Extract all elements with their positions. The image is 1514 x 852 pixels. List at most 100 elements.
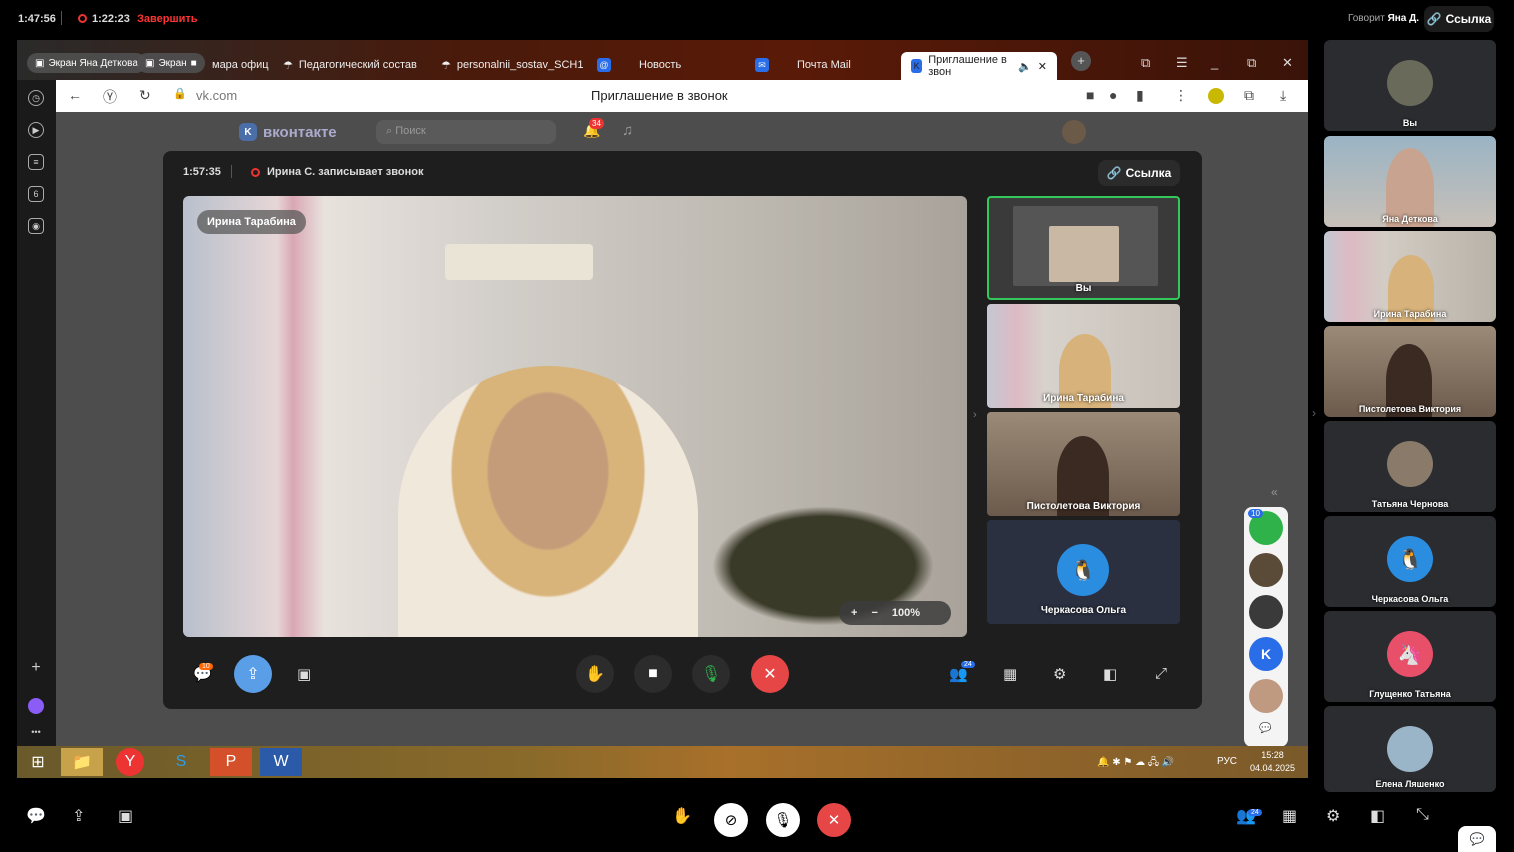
minimize-button[interactable]: _ [1211,55,1218,70]
gear-icon[interactable]: ⚙ [1053,665,1066,683]
thumb-participant[interactable]: Ирина Тарабина [987,304,1180,408]
exit-fullscreen-icon[interactable]: ⤡ [1416,806,1429,824]
participant-tile[interactable]: Ирина Тарабина [1324,231,1496,322]
restore-button[interactable]: ⧉ [1247,55,1256,71]
bookmark-icon[interactable]: ▮ [1136,87,1144,104]
yandex-browser-icon[interactable]: Y [116,748,144,776]
mic-icon[interactable]: ● [1109,87,1117,103]
chat-icon[interactable]: 💬 [1259,723,1271,734]
close-tab-icon[interactable]: ✕ [1038,60,1047,73]
avatar[interactable] [1249,679,1283,713]
word-icon[interactable]: W [260,748,302,776]
collapse-icon[interactable]: « [1271,485,1278,499]
alice-icon[interactable] [28,698,44,714]
back-icon[interactable]: ← [68,87,82,103]
record-timer: 1:22:23 [92,13,130,25]
thumb-self[interactable]: Вы [987,196,1180,300]
language-indicator[interactable]: РУС [1217,756,1237,767]
extension-icon[interactable] [1208,88,1224,104]
participant-tile[interactable]: 🦄 Глущенко Татьяна [1324,611,1496,702]
camera-icon: ■ [190,57,197,69]
chevron-right-icon[interactable]: › [973,409,977,421]
music-icon[interactable]: ♫ [622,122,633,139]
powerpoint-icon[interactable]: P [210,748,252,776]
mic-button[interactable]: 🎙 [692,655,730,693]
more-icon[interactable]: ••• [28,724,44,740]
url-field[interactable]: vk.com [196,88,237,103]
gear-icon[interactable]: ⚙ [1326,806,1340,826]
explorer-icon[interactable]: 📁 [61,748,103,776]
menu-icon[interactable]: ☰ [1176,55,1188,71]
vk-search-input[interactable]: ⌕ Поиск [376,120,556,144]
end-call-button[interactable]: ✕ [751,655,789,693]
grid-icon[interactable]: ▦ [1282,806,1297,826]
camera-off-button[interactable]: ⊘ [714,803,748,837]
counter-badge[interactable]: 6 [28,186,44,202]
yandex-icon[interactable]: Ⓨ [103,87,117,107]
raise-hand-button[interactable]: ✋ [576,655,614,693]
tab-favicon-icon: ☂ [441,59,451,72]
thumb-participant[interactable]: Пистолетова Виктория [987,412,1180,516]
new-tab-button[interactable]: + [1071,51,1091,71]
grid-icon[interactable]: ▦ [1003,665,1017,683]
layout-icon[interactable]: ◧ [1370,806,1385,826]
avatar[interactable] [1249,595,1283,629]
tab-3[interactable]: ☂ personalnii_sostav_SCH1 [431,50,593,80]
tab-5[interactable]: ✉ Почта Mail [745,50,861,80]
windows-start-icon[interactable]: ⊞ [17,748,59,776]
share-screen-icon[interactable]: ⇪ [72,806,85,826]
add-icon[interactable]: + [28,659,44,676]
end-recording-button[interactable]: Завершить [137,13,198,25]
more-icon[interactable]: ⋮ [1174,87,1188,104]
skype-icon[interactable]: S [160,748,202,776]
avatar[interactable] [1062,120,1086,144]
participant-tile[interactable]: Пистолетова Виктория [1324,326,1496,417]
play-icon[interactable]: ▶ [28,122,44,138]
tab-4[interactable]: @ Новость [587,50,691,80]
participant-tile[interactable]: Вы [1324,40,1496,131]
vk-icon: K [239,123,257,141]
screen-icon[interactable]: ▣ [297,665,311,683]
tab-1[interactable]: мара офиц [202,50,279,80]
close-window-button[interactable]: ✕ [1282,55,1293,71]
clock[interactable]: 15:28 04.04.2025 [1250,749,1295,775]
tab-label: мара офиц [212,59,269,71]
vk-logo[interactable]: Kвконтакте [239,123,337,141]
chevron-right-icon[interactable]: › [1312,406,1316,420]
tab-2[interactable]: ☂ Педагогический состав [273,50,427,80]
copy-link-button[interactable]: 🔗 Ссылка [1098,160,1180,186]
end-call-button[interactable]: ✕ [817,803,851,837]
copy-link-button[interactable]: 🔗 Ссылка [1424,6,1494,32]
download-icon[interactable]: ⤓ [1280,87,1286,104]
participant-name: Черкасова Ольга [1040,605,1127,616]
avatar[interactable] [1249,553,1283,587]
participant-tile[interactable]: 🐧 Черкасова Ольга [1324,516,1496,607]
zoom-out-button[interactable]: − [871,607,877,619]
vk-icon[interactable]: K [1249,637,1283,671]
camera-button[interactable]: ■ [634,655,672,693]
tray-icons[interactable]: 🔔 ✱ ⚑ ☁ 🖧 🔊 [1097,755,1174,772]
participant-tile[interactable]: Елена Ляшенко [1324,706,1496,792]
zoom-in-button[interactable]: + [851,607,857,619]
fullscreen-icon[interactable]: ⤢ [1155,665,1167,682]
reload-icon[interactable]: ↻ [139,87,151,104]
tab-active[interactable]: K Приглашение в звон 🔈 ✕ [901,52,1057,80]
participant-tile[interactable]: Яна Деткова [1324,136,1496,227]
share-screen-button[interactable]: ⇪ [234,655,272,693]
layout-icon[interactable]: ◧ [1103,665,1117,683]
main-video[interactable]: Ирина Тарабина + − 100% [183,196,967,637]
screen-icon[interactable]: ▣ [118,806,133,826]
tabs-icon[interactable]: ⧉ [1141,55,1150,71]
chat-icon[interactable]: 💬 [26,806,46,826]
mic-off-button[interactable]: 🎙 [766,803,800,837]
raise-hand-icon[interactable]: ✋ [672,806,692,826]
camera-icon[interactable]: ■ [1086,87,1094,103]
camera-icon[interactable]: ◉ [28,218,44,234]
participant-tile[interactable]: Татьяна Чернова [1324,421,1496,512]
chat-bubble-button[interactable]: 💬 [1458,826,1496,852]
notes-icon[interactable]: ≡ [28,154,44,170]
thumb-participant[interactable]: 🐧 Черкасова Ольга [987,520,1180,624]
extensions-icon[interactable]: ⧉ [1244,87,1254,104]
history-icon[interactable]: ◷ [28,90,44,106]
participant-name: Пистолетова Виктория [1358,404,1462,414]
